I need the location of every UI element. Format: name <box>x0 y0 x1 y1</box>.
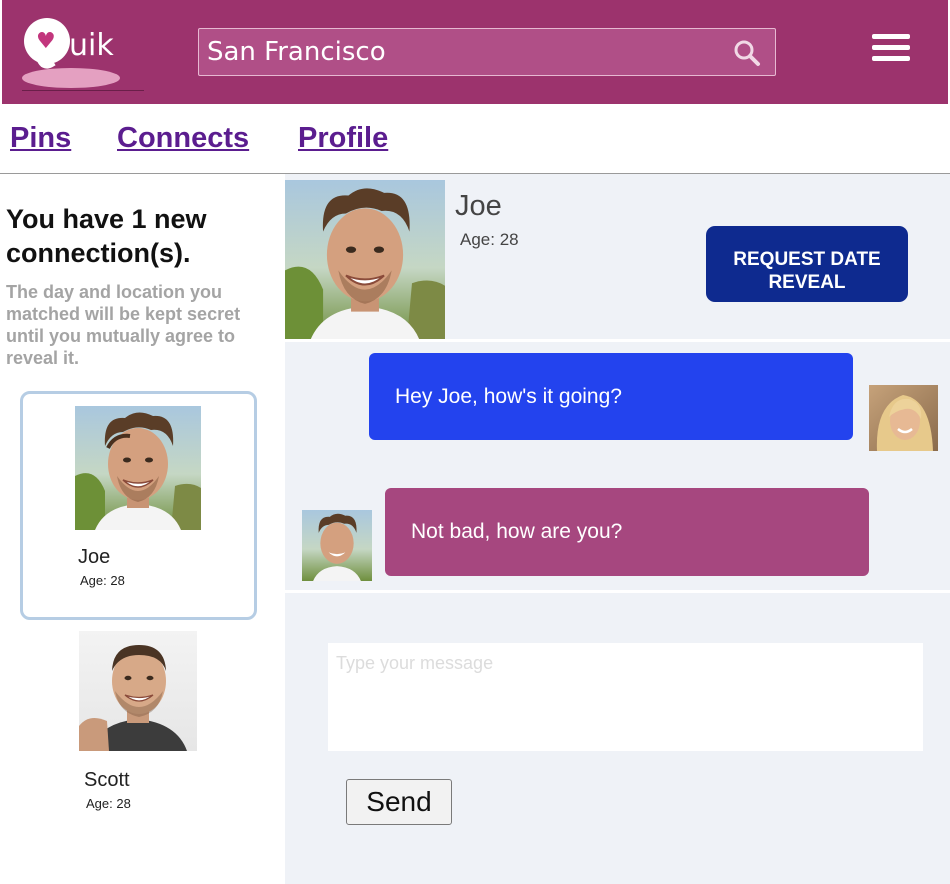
send-button[interactable]: Send <box>346 779 452 825</box>
connection-age: Age: 28 <box>86 796 131 811</box>
app-header: ♥ uik <box>0 0 950 104</box>
connections-sidebar: You have 1 new connection(s). The day an… <box>0 174 284 884</box>
logo-underline <box>22 90 144 91</box>
search-box[interactable] <box>198 28 776 76</box>
chat-divider <box>285 339 950 342</box>
connection-name: Scott <box>84 769 130 791</box>
message-text: Not bad, how are you? <box>411 520 623 543</box>
connection-age: Age: 28 <box>80 573 125 588</box>
connection-card-joe[interactable]: Joe Age: 28 <box>20 391 257 620</box>
scott-avatar <box>79 631 197 751</box>
message-bubble-sent: Hey Joe, how's it going? <box>369 353 853 440</box>
menu-bar <box>872 45 910 50</box>
map-pin-icon: ♥ <box>24 18 70 64</box>
message-bubble-received: Not bad, how are you? <box>385 488 869 576</box>
message-input[interactable] <box>328 643 923 751</box>
connection-card-scott[interactable]: Scott Age: 28 <box>20 629 257 829</box>
nav-link-pins[interactable]: Pins <box>10 122 71 155</box>
message-text: Hey Joe, how's it going? <box>395 384 622 408</box>
menu-bar <box>872 34 910 39</box>
chat-partner-age: Age: 28 <box>460 230 519 249</box>
my-avatar <box>869 385 938 451</box>
new-connection-heading: You have 1 new connection(s). <box>6 204 207 268</box>
compose-divider <box>285 590 950 593</box>
search-icon[interactable] <box>733 39 761 67</box>
logo-text: uik <box>69 28 114 63</box>
joe-message-avatar <box>302 510 372 581</box>
search-input[interactable] <box>199 29 719 75</box>
chat-panel: Joe Age: 28 REQUEST DATE REVEAL Hey Joe,… <box>285 174 950 884</box>
connection-name: Joe <box>78 546 111 568</box>
chat-header: Joe Age: 28 REQUEST DATE REVEAL <box>285 180 950 340</box>
hamburger-menu-icon[interactable] <box>872 34 910 62</box>
chat-partner-photo[interactable] <box>285 180 445 340</box>
main-nav: Pins Connects Profile <box>0 104 950 174</box>
nav-link-profile[interactable]: Profile <box>298 122 388 155</box>
request-date-reveal-button[interactable]: REQUEST DATE REVEAL <box>706 226 908 302</box>
heart-icon: ♥ <box>36 29 56 54</box>
chat-partner-name: Joe <box>455 190 502 222</box>
nav-link-connects[interactable]: Connects <box>117 122 249 155</box>
logo-shadow <box>22 68 120 88</box>
menu-bar <box>872 56 910 61</box>
secrecy-notice: The day and location you matched will be… <box>6 282 241 368</box>
quik-logo[interactable]: ♥ uik <box>22 18 144 92</box>
joe-avatar <box>75 406 201 530</box>
